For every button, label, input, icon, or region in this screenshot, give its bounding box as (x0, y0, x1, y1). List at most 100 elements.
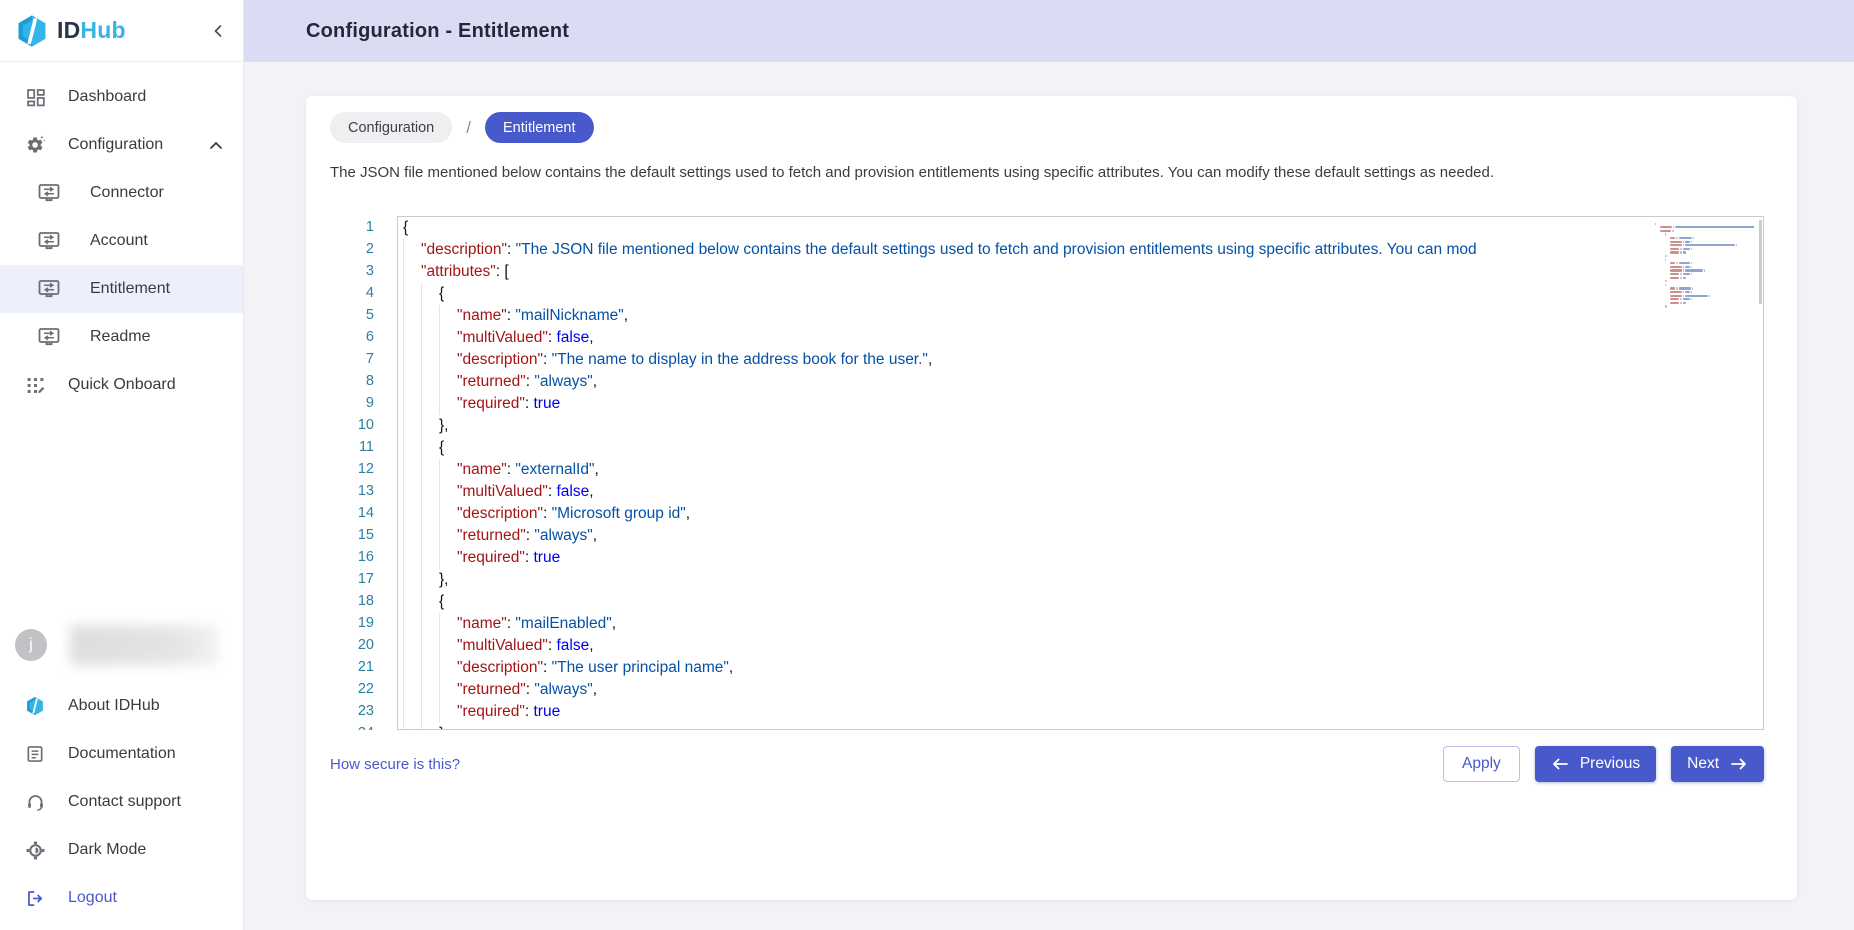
line-number[interactable]: 8 (330, 370, 397, 392)
code-line[interactable]: { (398, 437, 1763, 459)
code-line[interactable]: "returned": "always", (398, 679, 1763, 701)
indent-guide (421, 657, 422, 679)
indent-guide (421, 723, 422, 730)
indent-guide (403, 525, 404, 547)
line-number[interactable]: 5 (330, 304, 397, 326)
sidebar-item-quick-onboard[interactable]: Quick Onboard (0, 361, 243, 409)
editor-minimap[interactable] (1654, 218, 1762, 728)
sidebar-item-account[interactable]: Account (0, 217, 243, 265)
indent-guide (439, 701, 440, 723)
indent-guide (421, 701, 422, 723)
sidebar-item-dashboard[interactable]: Dashboard (0, 73, 243, 121)
line-number[interactable]: 19 (330, 612, 397, 634)
editor-code-area[interactable]: {"description": "The JSON file mentioned… (397, 216, 1764, 730)
sidebar-item-configuration[interactable]: Configuration (0, 121, 243, 169)
arrow-right-icon (1730, 757, 1748, 771)
line-number[interactable]: 16 (330, 546, 397, 568)
line-number[interactable]: 11 (330, 436, 397, 458)
line-number[interactable]: 21 (330, 656, 397, 678)
line-number[interactable]: 14 (330, 502, 397, 524)
code-line[interactable]: "required": true (398, 547, 1763, 569)
code-line[interactable]: }, (398, 723, 1763, 730)
apply-button[interactable]: Apply (1443, 746, 1520, 782)
line-number[interactable]: 1 (330, 216, 397, 238)
sidebar-item-contact-support[interactable]: Contact support (0, 778, 243, 826)
sidebar-item-readme[interactable]: Readme (0, 313, 243, 361)
sidebar-item-label: Documentation (68, 745, 176, 763)
line-number[interactable]: 22 (330, 678, 397, 700)
actions-bar: How secure is this? Apply Previous Next (330, 746, 1764, 782)
idhub-logo[interactable]: IDHub (14, 13, 126, 49)
line-number[interactable]: 9 (330, 392, 397, 414)
line-number[interactable]: 6 (330, 326, 397, 348)
code-line[interactable]: "name": "mailNickname", (398, 305, 1763, 327)
code-line[interactable]: "returned": "always", (398, 371, 1763, 393)
json-editor[interactable]: 123456789101112131415161718192021222324 … (330, 216, 1764, 730)
sidebar-item-label: Configuration (68, 136, 163, 154)
indent-guide (403, 547, 404, 569)
entitlement-card: Configuration / Entitlement The JSON fil… (306, 96, 1797, 900)
indent-guide (403, 327, 404, 349)
code-line[interactable]: "required": true (398, 393, 1763, 415)
sidebar-item-entitlement[interactable]: Entitlement (0, 265, 243, 313)
indent-guide (439, 525, 440, 547)
scrollbar-slider[interactable] (1759, 220, 1762, 304)
breadcrumb: Configuration / Entitlement (330, 112, 1778, 143)
breadcrumb-configuration[interactable]: Configuration (330, 112, 452, 143)
code-line[interactable]: "name": "mailEnabled", (398, 613, 1763, 635)
indent-guide (439, 481, 440, 503)
line-number[interactable]: 13 (330, 480, 397, 502)
line-number[interactable]: 18 (330, 590, 397, 612)
code-line[interactable]: { (398, 217, 1763, 239)
sidebar-item-connector[interactable]: Connector (0, 169, 243, 217)
sidebar-item-about-idhub[interactable]: About IDHub (0, 682, 243, 730)
line-number[interactable]: 4 (330, 282, 397, 304)
previous-label: Previous (1580, 755, 1640, 773)
code-line[interactable]: "required": true (398, 701, 1763, 723)
code-line[interactable]: "attributes": [ (398, 261, 1763, 283)
code-line[interactable]: "description": "The user principal name"… (398, 657, 1763, 679)
breadcrumb-entitlement[interactable]: Entitlement (485, 112, 594, 143)
line-number[interactable]: 24 (330, 722, 397, 730)
logout-icon (24, 888, 46, 909)
code-line[interactable]: "description": "Microsoft group id", (398, 503, 1763, 525)
line-number[interactable]: 7 (330, 348, 397, 370)
indent-guide (439, 613, 440, 635)
code-line[interactable]: }, (398, 569, 1763, 591)
sidebar-item-documentation[interactable]: Documentation (0, 730, 243, 778)
code-line[interactable]: "name": "externalId", (398, 459, 1763, 481)
code-line[interactable]: "multiValued": false, (398, 481, 1763, 503)
indent-guide (403, 305, 404, 327)
code-line[interactable]: { (398, 283, 1763, 305)
code-line[interactable]: "description": "The JSON file mentioned … (398, 239, 1763, 261)
code-line[interactable]: "multiValued": false, (398, 327, 1763, 349)
indent-guide (421, 371, 422, 393)
editor-gutter: 123456789101112131415161718192021222324 (330, 216, 397, 730)
sidebar-item-logout[interactable]: Logout (0, 874, 243, 922)
previous-button[interactable]: Previous (1535, 746, 1656, 782)
line-number[interactable]: 17 (330, 568, 397, 590)
line-number[interactable]: 23 (330, 700, 397, 722)
next-button[interactable]: Next (1671, 746, 1764, 782)
line-number[interactable]: 3 (330, 260, 397, 282)
code-line[interactable]: "description": "The name to display in t… (398, 349, 1763, 371)
code-line[interactable]: "returned": "always", (398, 525, 1763, 547)
code-line[interactable]: }, (398, 415, 1763, 437)
user-profile[interactable]: j (0, 621, 243, 669)
line-number[interactable]: 20 (330, 634, 397, 656)
indent-guide (403, 481, 404, 503)
sidebar-item-dark-mode[interactable]: Dark Mode (0, 826, 243, 874)
sidebar-collapse-button[interactable] (211, 22, 225, 40)
code-line[interactable]: "multiValued": false, (398, 635, 1763, 657)
line-number[interactable]: 12 (330, 458, 397, 480)
line-number[interactable]: 2 (330, 238, 397, 260)
line-number[interactable]: 15 (330, 524, 397, 546)
indent-guide (421, 569, 422, 591)
document-icon (24, 744, 46, 764)
code-line[interactable]: { (398, 591, 1763, 613)
sidebar-item-label: Contact support (68, 793, 181, 811)
indent-guide (421, 635, 422, 657)
security-link[interactable]: How secure is this? (330, 756, 460, 773)
line-number[interactable]: 10 (330, 414, 397, 436)
avatar[interactable]: j (15, 629, 47, 661)
